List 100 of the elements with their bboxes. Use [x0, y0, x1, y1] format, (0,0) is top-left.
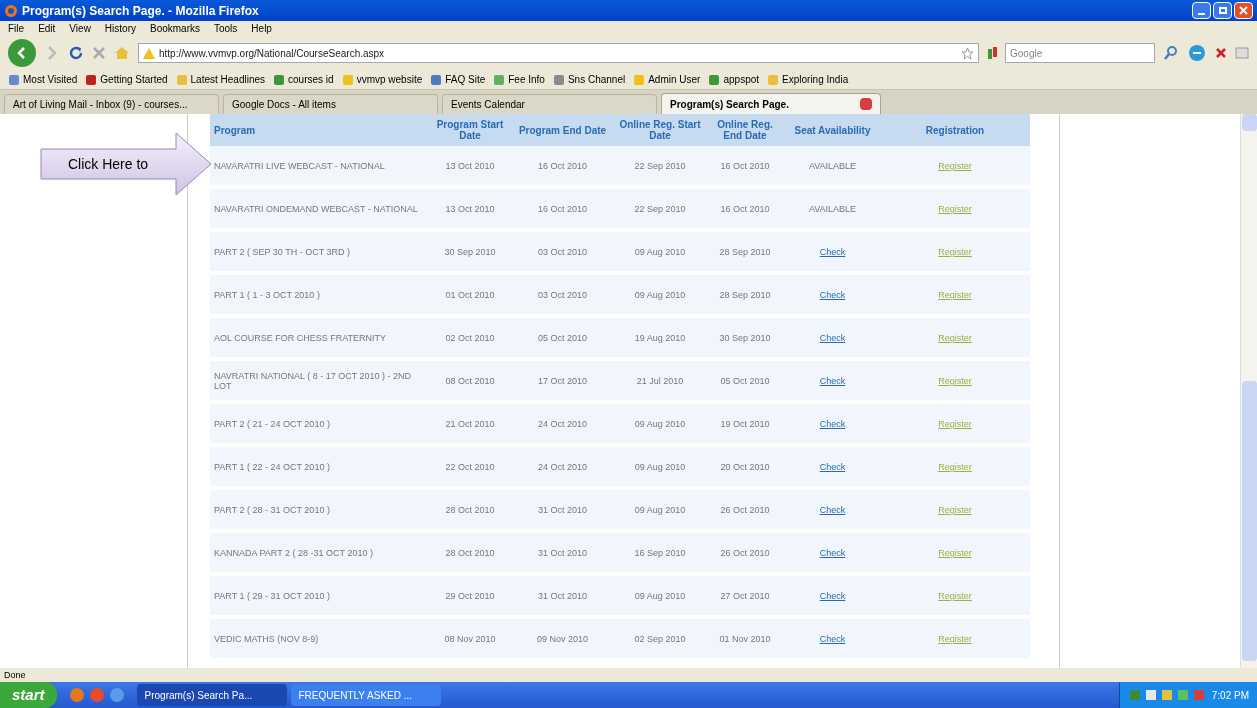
- bookmark-icon: [273, 73, 286, 86]
- table-cell-text: 16 Oct 2010: [536, 160, 588, 171]
- close-button[interactable]: [1234, 2, 1253, 19]
- bookmark-icon: [85, 73, 98, 86]
- star-icon[interactable]: [961, 46, 974, 60]
- check-link[interactable]: Check: [819, 376, 846, 387]
- menu-item[interactable]: Tools: [214, 21, 238, 36]
- column-header: Program End Date: [517, 124, 608, 136]
- bookmark-link[interactable]: Fee Info: [508, 72, 545, 87]
- bookmark-link[interactable]: courses id: [288, 72, 334, 87]
- table-cell-text: 19 Aug 2010: [633, 332, 687, 343]
- table-cell-text: KANNADA PART 2 ( 28 -31 OCT 2010 ): [213, 547, 374, 558]
- status-text: Done: [0, 668, 1257, 682]
- check-link[interactable]: Check: [819, 462, 846, 473]
- menu-item[interactable]: Edit: [38, 21, 56, 36]
- window-icon[interactable]: [1235, 46, 1249, 60]
- check-link[interactable]: Check: [819, 333, 846, 344]
- bookmark-icon: [708, 73, 721, 86]
- table-cell-text: 22 Sep 2010: [633, 203, 687, 214]
- table-cell-text: 19 Oct 2010: [719, 418, 771, 429]
- table-cell-text: 28 Sep 2010: [718, 289, 772, 300]
- table-cell-text: 09 Nov 2010: [535, 633, 589, 644]
- minimize-button[interactable]: [1192, 2, 1211, 19]
- menu-item[interactable]: History: [104, 21, 136, 36]
- column-header: Seat Availability: [793, 124, 872, 136]
- table-cell-text: 13 Oct 2010: [444, 160, 496, 171]
- check-link[interactable]: Check: [819, 634, 846, 645]
- address-field[interactable]: http://www.vvmvp.org/National/CourseSearch.aspx: [138, 43, 979, 63]
- bookmark-link[interactable]: Getting Started: [100, 72, 168, 87]
- availability-text: AVAILABLE: [808, 204, 857, 215]
- browser-icon[interactable]: [68, 687, 85, 703]
- table-cell-text: 05 Oct 2010: [719, 375, 771, 386]
- column-header: Program: [213, 124, 257, 136]
- browser-tab[interactable]: Art of Living Mail - Inbox (9) - courses...: [4, 94, 219, 114]
- menu-item[interactable]: View: [69, 21, 91, 36]
- bookmark-link[interactable]: Most Visited: [23, 72, 78, 87]
- table-cell-text: 20 Oct 2010: [719, 461, 771, 472]
- table-cell-text: 09 Aug 2010: [633, 289, 687, 300]
- table-cell-text: PART 2 ( 21 - 24 OCT 2010 ): [213, 418, 331, 429]
- clock: 7:02 PM: [1211, 688, 1249, 703]
- bookmark-link[interactable]: FAQ Site: [445, 72, 486, 87]
- bookmark-link[interactable]: vvmvp website: [356, 72, 423, 87]
- menu-item[interactable]: File: [8, 21, 25, 36]
- table-cell-text: AOL COURSE FOR CHESS FRATERNITY: [213, 332, 388, 343]
- bookmark-link[interactable]: Admin User: [648, 72, 701, 87]
- scrollbar[interactable]: [1240, 114, 1257, 668]
- bookmark-icon: [175, 73, 188, 86]
- table-cell-text: 27 Oct 2010: [719, 590, 771, 601]
- table-cell-text: NAVARATRI LIVE WEBCAST - NATIONAL: [213, 160, 386, 171]
- table-cell-text: 28 Oct 2010: [444, 547, 496, 558]
- table-cell-text: 26 Oct 2010: [719, 504, 771, 515]
- stop-icon[interactable]: [92, 46, 106, 60]
- tab-close-button[interactable]: [860, 98, 872, 110]
- table-cell-text: 03 Oct 2010: [536, 289, 588, 300]
- table-cell-text: 17 Oct 2010: [536, 375, 588, 386]
- table-cell-text: 22 Oct 2010: [444, 461, 496, 472]
- table-cell-text: 30 Sep 2010: [443, 246, 497, 257]
- bookmark-link[interactable]: appspot: [723, 72, 760, 87]
- taskbar-button[interactable]: FREQUENTLY ASKED ...: [290, 684, 441, 706]
- close-icon: [1239, 6, 1248, 15]
- table-cell-text: 31 Oct 2010: [536, 547, 588, 558]
- search-field[interactable]: Google: [1005, 43, 1155, 63]
- restore-button[interactable]: [1213, 2, 1232, 19]
- check-link[interactable]: Check: [819, 290, 846, 301]
- check-link[interactable]: Check: [819, 548, 846, 559]
- table-cell-text: 09 Aug 2010: [633, 461, 687, 472]
- bookmark-icon: [430, 73, 443, 86]
- table-cell-text: 09 Aug 2010: [633, 418, 687, 429]
- table-cell-text: NAVARATRI ONDEMAND WEBCAST - NATIONAL: [213, 203, 419, 214]
- table-cell-text: 13 Oct 2010: [444, 203, 496, 214]
- bookmark-icon: [767, 73, 780, 86]
- bookmark-link[interactable]: Exploring India: [782, 72, 849, 87]
- check-link[interactable]: Check: [819, 419, 846, 430]
- column-header: Program Start Date: [435, 119, 505, 141]
- back-button[interactable]: [8, 39, 36, 67]
- bookmark-icon: [8, 73, 20, 86]
- close-icon[interactable]: [1215, 47, 1227, 59]
- bookmark-link[interactable]: Latest Headlines: [190, 72, 266, 87]
- taskbar-button[interactable]: Program(s) Search Pa...: [136, 684, 287, 706]
- window-title: Program(s) Search Page. - Mozilla Firefox: [22, 2, 259, 20]
- table-cell-text: 02 Oct 2010: [444, 332, 496, 343]
- table-cell-text: 08 Nov 2010: [443, 633, 497, 644]
- availability-text: AVAILABLE: [808, 161, 857, 172]
- browser-tab[interactable]: Program(s) Search Page.: [661, 93, 881, 114]
- menu-item[interactable]: Bookmarks: [150, 21, 200, 36]
- browser-tab[interactable]: Google Docs - All items: [223, 94, 438, 114]
- menu-item[interactable]: Help: [251, 21, 272, 36]
- bookmark-icon: [633, 73, 646, 86]
- browser-tab[interactable]: Events Calendar: [442, 94, 657, 114]
- table-cell-text: 21 Oct 2010: [444, 418, 496, 429]
- bookmark-link[interactable]: Sns Channel: [567, 72, 626, 87]
- reload-icon[interactable]: [68, 45, 84, 61]
- table-cell-text: 01 Oct 2010: [444, 289, 496, 300]
- table-cell-text: 30 Sep 2010: [718, 332, 772, 343]
- check-link[interactable]: Check: [819, 505, 846, 516]
- check-link[interactable]: Check: [819, 247, 846, 258]
- table-cell-text: 16 Oct 2010: [719, 160, 771, 171]
- table-cell-text: 01 Nov 2010: [718, 633, 772, 644]
- search-icon[interactable]: [1163, 45, 1179, 61]
- check-link[interactable]: Check: [819, 591, 846, 602]
